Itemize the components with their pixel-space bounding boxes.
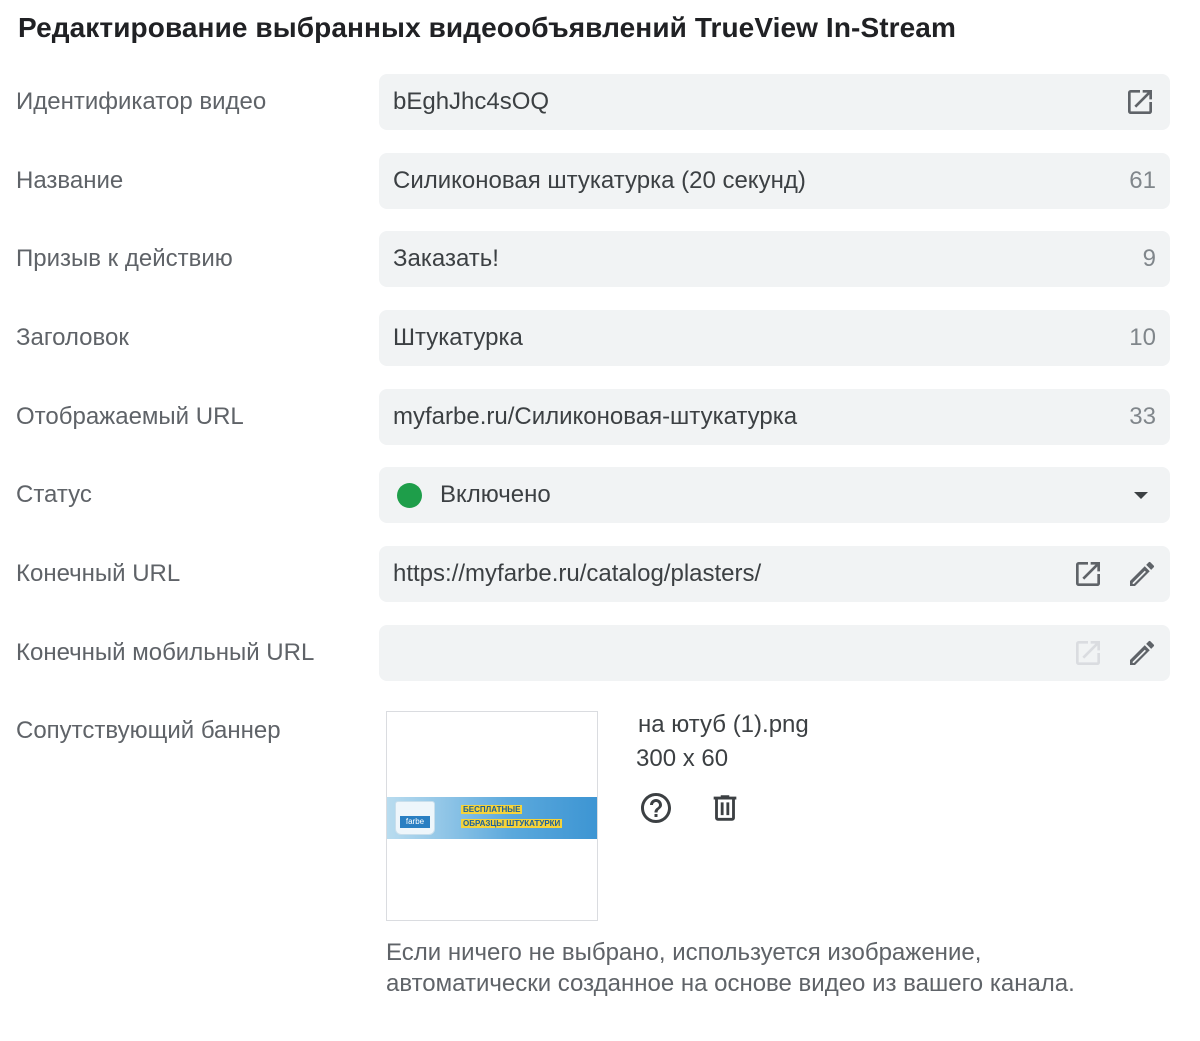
- banner-dimensions: 300 x 60: [636, 745, 729, 772]
- edit-pencil-icon[interactable]: [1126, 558, 1158, 590]
- headline-label: Заголовок: [16, 324, 129, 351]
- display-url-field[interactable]: myfarbe.ru/Силиконовая-штукатурка 33: [379, 389, 1170, 445]
- help-icon[interactable]: [638, 790, 674, 826]
- row-final-mobile-url: Конечный мобильный URL: [0, 625, 1200, 681]
- status-label: Статус: [16, 481, 92, 508]
- open-in-new-icon[interactable]: [1072, 558, 1104, 590]
- cta-field[interactable]: Заказать! 9: [379, 231, 1170, 287]
- final-url-field[interactable]: https://myfarbe.ru/catalog/plasters/: [379, 546, 1170, 602]
- banner-thumbnail[interactable]: farbe БЕСПЛАТНЫЕ ОБРАЗЦЫ ШТУКАТУРКИ: [386, 711, 598, 921]
- row-companion-banner: Сопутствующий баннер: [0, 703, 1200, 759]
- final-url-label: Конечный URL: [16, 560, 181, 587]
- name-char-count: 61: [1129, 167, 1156, 194]
- final-url-value: https://myfarbe.ru/catalog/plasters/: [393, 560, 762, 587]
- name-value: Силиконовая штукатурка (20 секунд): [393, 167, 806, 194]
- banner-image: farbe БЕСПЛАТНЫЕ ОБРАЗЦЫ ШТУКАТУРКИ: [387, 797, 597, 839]
- row-name: Название Силиконовая штукатурка (20 секу…: [0, 153, 1200, 209]
- name-label: Название: [16, 167, 124, 194]
- video-id-field[interactable]: bEghJhc4sOQ: [379, 74, 1170, 130]
- row-cta: Призыв к действию Заказать! 9: [0, 231, 1200, 287]
- edit-pencil-icon[interactable]: [1126, 637, 1158, 669]
- companion-banner-label: Сопутствующий баннер: [16, 717, 281, 744]
- row-video-id: Идентификатор видео bEghJhc4sOQ: [0, 74, 1200, 130]
- cta-label: Призыв к действию: [16, 245, 233, 272]
- dropdown-arrow-icon[interactable]: [1132, 489, 1150, 501]
- display-url-label: Отображаемый URL: [16, 403, 244, 430]
- banner-text-line2: ОБРАЗЦЫ ШТУКАТУРКИ: [461, 819, 563, 828]
- final-mobile-url-field[interactable]: [379, 625, 1170, 681]
- display-url-value: myfarbe.ru/Силиконовая-штукатурка: [393, 403, 798, 430]
- open-in-new-icon-disabled: [1072, 637, 1104, 669]
- row-final-url: Конечный URL https://myfarbe.ru/catalog/…: [0, 546, 1200, 602]
- status-select[interactable]: Включено: [379, 467, 1170, 523]
- banner-hint: Если ничего не выбрано, используется изо…: [386, 939, 1075, 997]
- open-in-new-icon[interactable]: [1124, 86, 1156, 118]
- cta-char-count: 9: [1142, 245, 1156, 272]
- final-mobile-url-label: Конечный мобильный URL: [16, 639, 315, 666]
- banner-logo: farbe: [400, 816, 430, 828]
- row-headline: Заголовок Штукатурка 10: [0, 310, 1200, 366]
- page-title: Редактирование выбранных видеообъявлений…: [18, 12, 956, 43]
- banner-text-line1: БЕСПЛАТНЫЕ: [461, 805, 523, 814]
- cta-value: Заказать!: [393, 245, 499, 272]
- video-id-label: Идентификатор видео: [16, 88, 267, 115]
- headline-value: Штукатурка: [393, 324, 523, 351]
- headline-char-count: 10: [1129, 324, 1156, 351]
- headline-field[interactable]: Штукатурка 10: [379, 310, 1170, 366]
- banner-file-name: на ютуб (1).png: [638, 711, 809, 738]
- display-url-char-count: 33: [1129, 403, 1156, 430]
- paint-bucket-icon: farbe: [395, 801, 435, 835]
- status-enabled-icon: [397, 483, 422, 508]
- delete-icon[interactable]: [708, 790, 742, 826]
- video-id-value: bEghJhc4sOQ: [393, 88, 550, 115]
- name-field[interactable]: Силиконовая штукатурка (20 секунд) 61: [379, 153, 1170, 209]
- row-display-url: Отображаемый URL myfarbe.ru/Силиконовая-…: [0, 389, 1200, 445]
- status-value: Включено: [440, 481, 551, 508]
- row-status: Статус Включено: [0, 467, 1200, 523]
